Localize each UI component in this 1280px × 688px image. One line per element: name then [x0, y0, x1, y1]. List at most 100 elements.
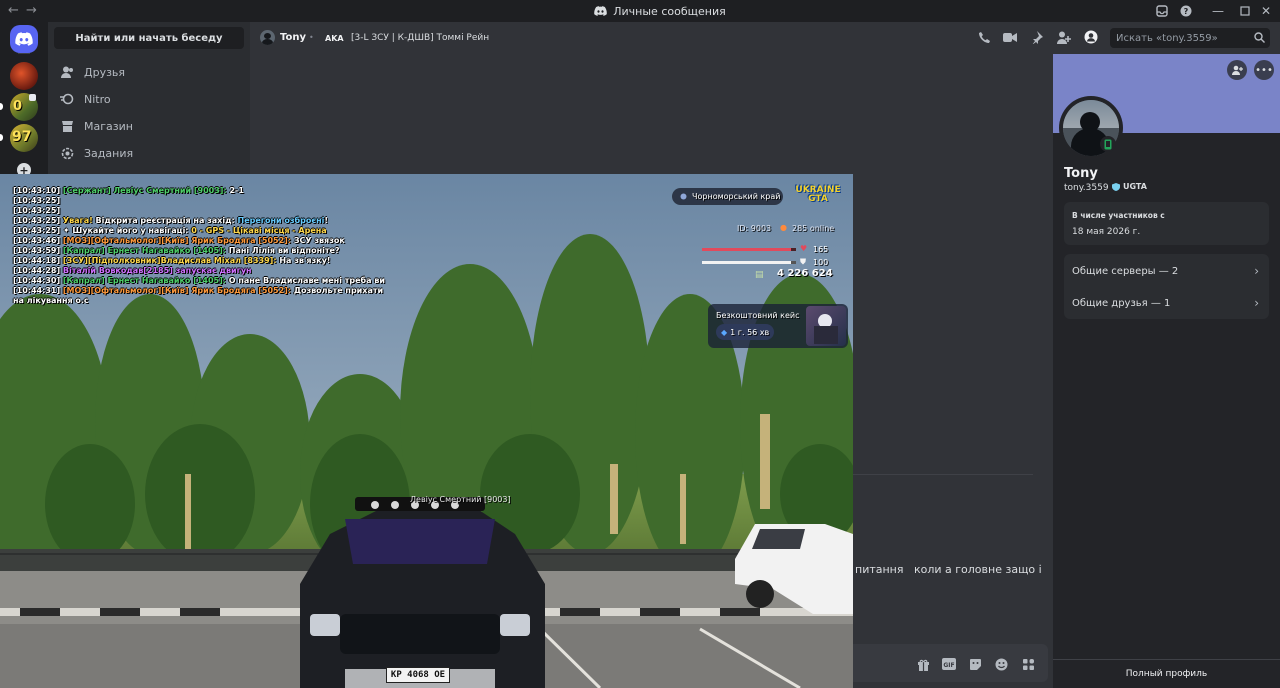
user-profile-toggle-icon[interactable]: [1083, 29, 1099, 45]
sidebar-item-quests[interactable]: Задания: [56, 141, 246, 165]
chat-segment: на лікування о.с: [13, 296, 89, 305]
license-plate-text: KP 4068 OE: [390, 670, 446, 680]
player-nametag: Левіус Смертний [9003]: [410, 495, 511, 504]
game-overlay: [10:43:10] [Сержант] Левіус Смертний [90…: [0, 174, 853, 688]
chat-segment: Дозвольте прихати: [291, 286, 384, 295]
mutual-servers-row[interactable]: Общие серверы — 2 ›: [1064, 256, 1269, 286]
profile-handle: tony.3559: [1064, 183, 1109, 193]
game-chat-line: [10:43:25] ✦ Шукайте його у навігаці: 0 …: [13, 226, 327, 236]
full-profile-button[interactable]: Полный профиль: [1053, 664, 1280, 684]
chat-segment: О пане Владиславе мені треба ви: [225, 276, 385, 285]
chat-segment: [МОЗ][Офтальмолог][Київ] Ярик Бродяга [5…: [60, 286, 292, 295]
more-options-icon[interactable]: •••: [1254, 60, 1274, 80]
svg-text:GIF: GIF: [943, 662, 954, 669]
game-chat-line: [10:43:25]: [13, 196, 60, 206]
mutual-friends-label: Общие друзья — 1: [1072, 297, 1171, 309]
header-avatar[interactable]: [260, 30, 275, 45]
find-conversation-button[interactable]: Найти или начать беседу: [54, 27, 244, 49]
back-arrow-icon[interactable]: ←: [8, 3, 19, 18]
nitro-icon: [60, 92, 74, 106]
minimize-icon[interactable]: —: [1210, 3, 1226, 19]
case-character-image: [806, 306, 846, 346]
game-chat-line: [10:43:25] Увага! Відкрита реєстрація на…: [13, 216, 328, 226]
gift-icon[interactable]: [915, 656, 931, 672]
sidebar-item-friends[interactable]: Друзья: [56, 60, 246, 84]
sidebar-item-label: Nitro: [84, 92, 111, 106]
mutual-friends-row[interactable]: Общие друзья — 1 ›: [1064, 288, 1269, 318]
chat-segment: [ЗСУ][Підполковник]Владислав Міхал [8339…: [60, 256, 277, 265]
member-since-date: 18 мая 2026 г.: [1072, 227, 1141, 237]
flame-icon: ●: [780, 223, 787, 232]
chat-segment: Віталій Вовкодав[2185] запускає двигун: [60, 266, 252, 275]
sticker-icon[interactable]: [967, 656, 983, 672]
armor-shield-icon: ⛊: [800, 257, 806, 266]
close-icon[interactable]: ✕: [1258, 3, 1274, 19]
chat-segment: Пані Лілія ви відпоніте?: [225, 246, 340, 255]
logo-text: UKRAINE GTA: [795, 185, 841, 204]
server-icon-3[interactable]: 97: [10, 124, 38, 152]
chevron-right-icon: ›: [1254, 296, 1259, 310]
chat-segment: [Капрал] Ернест Нагавайко [1405]:: [60, 246, 226, 255]
discord-logo-icon: [15, 32, 33, 46]
mobile-status-icon: [1100, 136, 1116, 152]
sidebar-item-nitro[interactable]: Nitro: [56, 87, 246, 111]
chat-timestamp: [10:43:10]: [13, 186, 61, 195]
chevron-right-icon: ›: [1254, 264, 1259, 278]
add-friend-icon[interactable]: [1227, 60, 1247, 80]
chat-segment: !: [324, 216, 329, 225]
window-title: Личные сообщения: [560, 0, 760, 22]
game-chat-line: [10:44:18] [ЗСУ][Підполковник]Владислав …: [13, 256, 330, 266]
pin-icon[interactable]: [1029, 29, 1045, 45]
chat-timestamp: [10:43:25]: [13, 206, 61, 215]
case-title: Безкоштовний кейс: [716, 311, 800, 320]
health-value: 165: [813, 245, 829, 254]
friends-icon: [60, 65, 74, 79]
voice-call-icon[interactable]: [976, 29, 992, 45]
game-chat-line: [10:43:59] [Капрал] Ернест Нагавайко [14…: [13, 246, 340, 256]
free-case-widget[interactable]: Безкоштовний кейс ◆ 1 г. 56 хв: [708, 304, 848, 348]
chat-segment: 0 - GPS - Цікаві місця - Арена: [188, 226, 327, 235]
server-tag-badge[interactable]: UGTA: [1112, 182, 1147, 191]
chat-segment: [Капрал] Ернест Нагавайко [1405]:: [60, 276, 226, 285]
maximize-icon[interactable]: [1237, 3, 1253, 19]
chat-timestamp: [10:43:25]: [13, 196, 61, 205]
sidebar-item-label: Магазин: [84, 119, 133, 133]
search-input[interactable]: Искать «tony.3559»: [1110, 28, 1270, 48]
header-username[interactable]: Tony: [280, 32, 306, 43]
chat-timestamp: [10:43:25]: [13, 216, 61, 225]
server-icon-1[interactable]: [10, 62, 38, 90]
online-count: 285 online: [792, 224, 835, 233]
game-chat-line: [10:43:25]: [13, 206, 60, 216]
game-chat-line: [10:44:30] [Капрал] Ернест Нагавайко [14…: [13, 276, 385, 286]
apps-icon[interactable]: [1020, 656, 1036, 672]
gif-icon[interactable]: GIF: [941, 656, 957, 672]
armor-value: 100: [813, 258, 829, 267]
server-tag-text: UGTA: [1123, 182, 1147, 191]
quests-icon: [60, 146, 74, 160]
game-chat-line: на лікування о.с: [13, 296, 89, 306]
member-since-label: В числе участников с: [1072, 211, 1165, 220]
search-placeholder: Искать «tony.3559»: [1116, 32, 1218, 44]
license-plate: KP 4068 OE: [386, 667, 450, 683]
emoji-icon[interactable]: [993, 656, 1009, 672]
game-chat-line: [10:43:10] [Сержант] Левіус Смертний [90…: [13, 186, 244, 196]
chat-segment: Відкрита реєстрація на захід:: [92, 216, 238, 225]
forward-arrow-icon[interactable]: →: [26, 3, 37, 18]
title-bar: ← → Личные сообщения ? — ✕: [0, 0, 1280, 22]
chat-segment: Перегони озброєні: [237, 216, 325, 225]
help-icon[interactable]: ?: [1178, 3, 1194, 19]
inbox-icon[interactable]: [1154, 3, 1170, 19]
sidebar-item-shop[interactable]: Магазин: [56, 114, 246, 138]
health-bar-fill: [702, 248, 792, 251]
discord-logo-icon: [594, 6, 608, 16]
home-button[interactable]: [10, 25, 38, 53]
case-timer: ◆ 1 г. 56 хв: [716, 324, 774, 340]
member-since-card: [1064, 202, 1269, 245]
shield-icon: [1112, 182, 1120, 191]
chat-segment: 2-1: [226, 186, 244, 195]
add-friends-to-dm-icon[interactable]: [1056, 29, 1072, 45]
profile-divider: [1053, 659, 1280, 660]
video-call-icon[interactable]: [1002, 29, 1018, 45]
game-chat-line: [10:44:31] [МОЗ][Офтальмолог][Київ] Ярик…: [13, 286, 383, 296]
chat-segment: ЗСУ звязок: [291, 236, 345, 245]
